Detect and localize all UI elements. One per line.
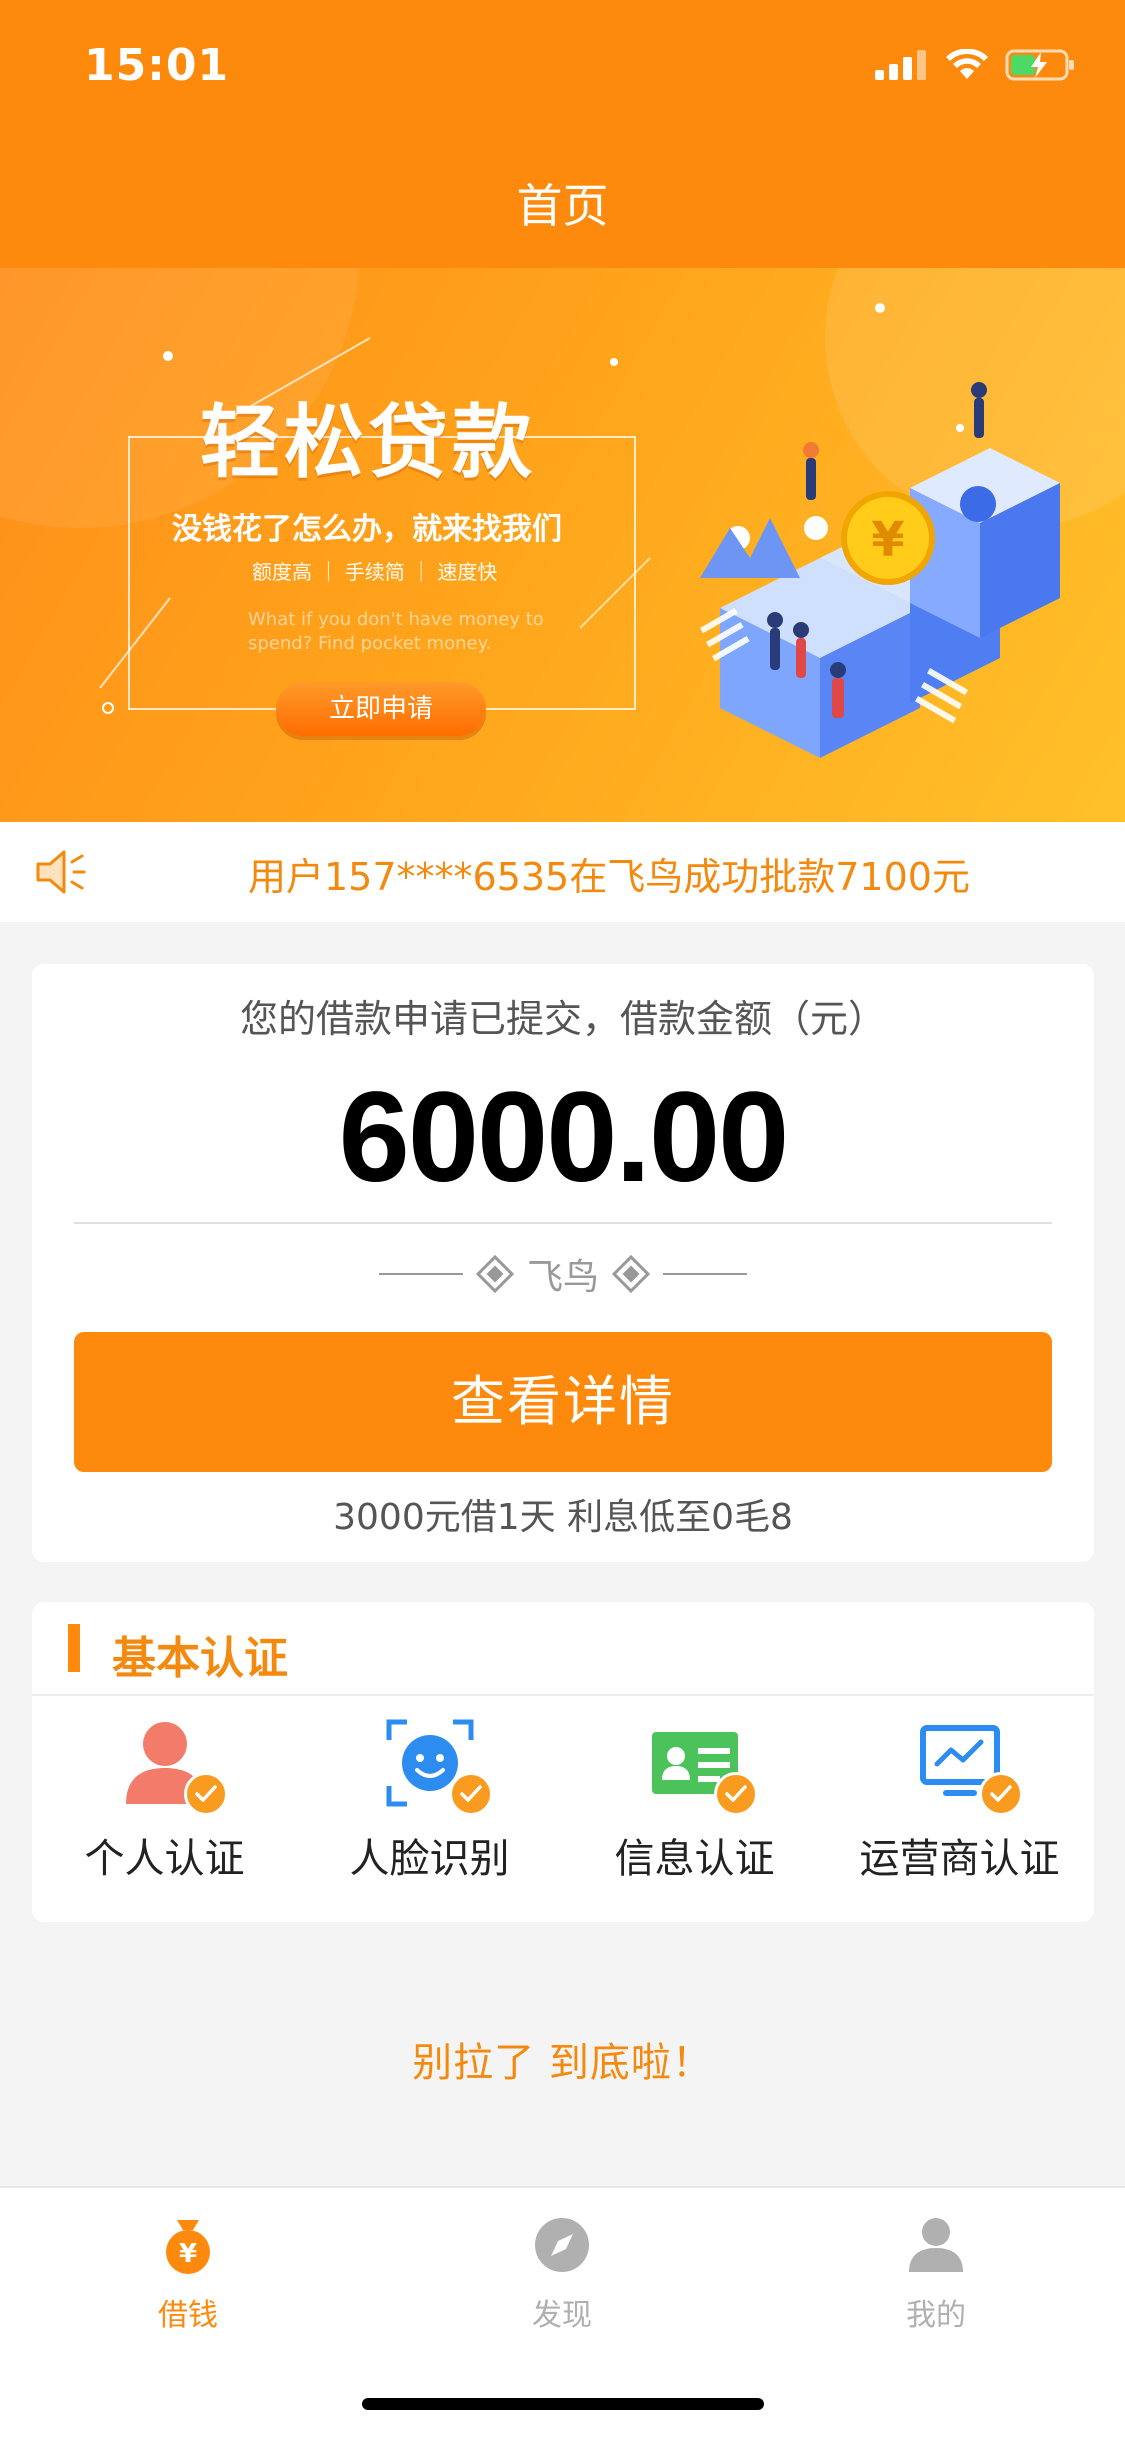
diamond-icon bbox=[611, 1254, 651, 1294]
loan-note: 3000元借1天 利息低至0毛8 bbox=[333, 1497, 793, 1538]
end-of-list-note: 别拉了 到底啦！ bbox=[412, 2040, 713, 2086]
verify-label: 人脸识别 bbox=[349, 1836, 510, 1882]
notice-bar: 用户157****6535在飞鸟成功批款7100元 bbox=[0, 822, 1125, 922]
status-time: 15:01 bbox=[84, 40, 230, 91]
svg-text:¥: ¥ bbox=[871, 512, 904, 568]
home-indicator[interactable] bbox=[362, 2398, 764, 2410]
status-icons bbox=[875, 48, 1077, 82]
apply-now-button[interactable]: 立即申请 bbox=[276, 682, 486, 736]
diamond-icon bbox=[475, 1254, 515, 1294]
brand-line-right bbox=[663, 1273, 747, 1275]
basic-verification-card: 基本认证 个人认证 人脸识别 信息认证 运营商认证 bbox=[32, 1602, 1094, 1922]
speaker-icon bbox=[36, 850, 86, 894]
verify-item-face[interactable]: 人脸识别 bbox=[297, 1718, 562, 1884]
verify-item-carrier[interactable]: 运营商认证 bbox=[827, 1718, 1092, 1884]
tab-mine[interactable]: 我的 bbox=[836, 2214, 1036, 2334]
check-icon bbox=[448, 1772, 493, 1816]
tab-borrow[interactable]: ¥ 借钱 bbox=[88, 2214, 288, 2334]
divider bbox=[74, 1222, 1052, 1224]
check-icon bbox=[978, 1772, 1023, 1816]
section-marker bbox=[68, 1624, 80, 1672]
verification-header: 基本认证 bbox=[32, 1602, 1094, 1696]
loan-amount: 6000.00 bbox=[338, 1066, 790, 1209]
brand-row: 飞鸟 bbox=[32, 1248, 1094, 1300]
banner-tags: 额度高 ｜ 手续简 ｜ 速度快 bbox=[252, 560, 498, 584]
loan-caption: 您的借款申请已提交，借款金额（元） bbox=[239, 997, 886, 1041]
banner-subtitle: 没钱花了怎么办，就来找我们 bbox=[172, 512, 562, 547]
svg-text:¥: ¥ bbox=[179, 2239, 197, 2269]
tab-discover[interactable]: 发现 bbox=[462, 2214, 662, 2334]
page-title: 首页 bbox=[516, 179, 609, 233]
banner-english: What if you don't have money to spend? F… bbox=[248, 609, 544, 654]
money-bag-icon: ¥ bbox=[166, 2220, 210, 2274]
top-header: 15:01 首页 bbox=[0, 0, 1125, 268]
verify-item-info[interactable]: 信息认证 bbox=[562, 1718, 827, 1884]
view-details-button[interactable]: 查看详情 bbox=[74, 1332, 1052, 1472]
compass-icon bbox=[535, 2218, 589, 2272]
wifi-icon bbox=[946, 49, 988, 79]
verification-items: 个人认证 人脸识别 信息认证 运营商认证 bbox=[32, 1718, 1094, 1884]
tab-label: 发现 bbox=[532, 2298, 592, 2333]
profile-icon bbox=[909, 2218, 963, 2272]
promo-banner[interactable]: 轻松贷款 没钱花了怎么办，就来找我们 额度高 ｜ 手续简 ｜ 速度快 What … bbox=[0, 268, 1125, 822]
loan-card: 您的借款申请已提交，借款金额（元） 6000.00 飞鸟 查看详情 3000元借… bbox=[32, 964, 1094, 1562]
check-icon bbox=[183, 1772, 228, 1816]
signal-icon bbox=[875, 50, 926, 80]
battery-icon bbox=[1005, 49, 1074, 81]
notice-text: 用户157****6535在飞鸟成功批款7100元 bbox=[248, 855, 970, 899]
verification-title: 基本认证 bbox=[112, 1633, 288, 1684]
brand-line-left bbox=[378, 1273, 463, 1275]
verify-label: 个人认证 bbox=[84, 1836, 245, 1882]
brand-name: 飞鸟 bbox=[526, 1257, 599, 1298]
tab-label: 我的 bbox=[906, 2298, 966, 2333]
isometric-illustration: ¥ bbox=[700, 382, 1060, 758]
tab-label: 借钱 bbox=[158, 2298, 218, 2333]
banner-title: 轻松贷款 bbox=[200, 396, 536, 489]
verify-label: 运营商认证 bbox=[859, 1836, 1060, 1882]
verify-item-personal[interactable]: 个人认证 bbox=[32, 1718, 297, 1884]
verify-label: 信息认证 bbox=[614, 1836, 775, 1882]
check-icon bbox=[713, 1772, 758, 1816]
